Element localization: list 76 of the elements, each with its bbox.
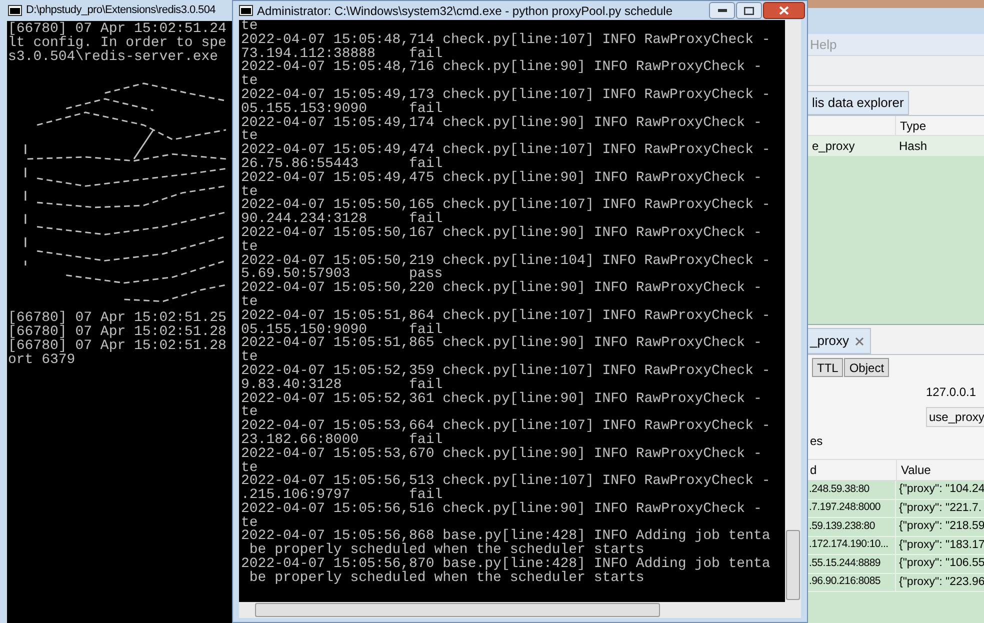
vertical-scrollbar[interactable]	[785, 20, 801, 602]
console-line: 05.155.150:9090 fail	[241, 324, 444, 338]
detail-tab[interactable]: _proxy	[808, 328, 872, 354]
console-line: te	[241, 296, 258, 310]
console-line: te	[241, 406, 258, 420]
console-line: te	[241, 462, 258, 476]
column-header: Value	[896, 460, 984, 480]
console-line: 2022-04-07 15:05:48,714 check.py[line:107] INFO RawProxyCheck -	[241, 34, 772, 48]
table-cell-text: {"proxy": "218.59	[898, 519, 984, 534]
console-line: te	[241, 130, 258, 144]
console-line: 2022-04-07 15:05:49,173 check.py[line:107] INFO RawProxyCheck -	[241, 88, 772, 103]
explorer-tab[interactable]: lis data explorer	[808, 91, 909, 115]
minimize-button[interactable]	[709, 2, 735, 19]
host-text: 127.0.0.1	[926, 384, 976, 401]
scroll-thumb[interactable]	[255, 603, 660, 617]
console-line: lt config. In order to spe	[8, 36, 228, 51]
console-line: 2022-04-07 15:05:51,865 check.py[line:90] INFO RawProxyCheck -	[241, 337, 763, 352]
console-line: 26.75.86:55443 fail	[241, 158, 444, 172]
console-line: 5.69.50:57903 pass	[241, 268, 444, 282]
console-line: 73.194.112:38888 fail	[241, 48, 444, 62]
console-line: [66780] 07 Apr 15:02:51.24	[8, 23, 228, 37]
console-line: .215.106:9797 fail	[241, 489, 444, 503]
maximize-button[interactable]	[736, 2, 762, 19]
window-title: Administrator: C:\Windows\system32\cmd.exe - python proxyPool.py schedule	[257, 2, 673, 20]
console-line: 2022-04-07 15:05:52,359 check.py[line:107] INFO RawProxyCheck -	[241, 364, 772, 379]
maximize-icon	[744, 6, 754, 14]
console-line: 2022-04-07 15:05:50,167 check.py[line:90] INFO RawProxyCheck -	[241, 226, 763, 241]
table-cell-text: {"proxy": "106.55	[898, 556, 984, 572]
console-line: 2022-04-07 15:05:56,870 base.py[line:428] INFO Adding job tenta	[241, 558, 772, 572]
close-button[interactable]	[763, 2, 805, 19]
console-line: [66780] 07 Apr 15:02:51.28	[8, 326, 228, 340]
table-cell-text: {"proxy": "223.96	[898, 574, 984, 590]
console-line: 2022-04-07 15:05:50,220 check.py[line:90] INFO RawProxyCheck -	[241, 282, 763, 296]
subtab[interactable]: TTL	[812, 358, 844, 377]
minimize-icon	[718, 9, 726, 12]
column-header: d	[809, 462, 818, 479]
console-line: [66780] 07 Apr 15:02:51.28	[8, 340, 228, 354]
console-line: 2022-04-07 15:05:49,475 check.py[line:90] INFO RawProxyCheck -	[241, 172, 763, 186]
console-line: 2022-04-07 15:05:52,361 check.py[line:90] INFO RawProxyCheck -	[241, 392, 763, 406]
console-line: be properly scheduled when the scheduler starts	[248, 572, 644, 586]
subtab[interactable]: Object	[844, 358, 890, 377]
console-line: 2022-04-07 15:05:56,516 check.py[line:90] INFO RawProxyCheck -	[241, 502, 763, 517]
console-line: 05.155.153:9090 fail	[241, 102, 444, 117]
table-cell-text: Hash	[898, 138, 928, 155]
key-field[interactable]: use_proxy	[926, 407, 984, 427]
console-line: 2022-04-07 15:05:53,664 check.py[line:107] INFO RawProxyCheck -	[241, 420, 772, 434]
console-line: 2022-04-07 15:05:48,716 check.py[line:90] INFO RawProxyCheck -	[241, 61, 763, 76]
console-line: 2022-04-07 15:05:51,864 check.py[line:107] INFO RawProxyCheck -	[241, 310, 772, 324]
table-cell-text: {"proxy": "183.17	[898, 538, 984, 553]
console-icon	[239, 5, 253, 16]
console-line: te	[241, 351, 258, 365]
console-line: 2022-04-07 15:05:49,474 check.py[line:107] INFO RawProxyCheck -	[241, 144, 772, 158]
console-line: te	[241, 516, 258, 530]
table-cell-text: {"proxy": "221.7.	[898, 500, 983, 516]
console-line: 2022-04-07 15:05:49,174 check.py[line:90] INFO RawProxyCheck -	[241, 116, 763, 130]
console-line: ort 6379	[8, 354, 76, 368]
console-line: te	[241, 75, 258, 89]
horizontal-scrollbar[interactable]	[239, 602, 801, 618]
close-icon	[779, 6, 789, 15]
console-line: 90.244.234:3128 fail	[241, 213, 444, 227]
console-line: 2022-04-07 15:05:50,219 check.py[line:104] INFO RawProxyCheck -	[241, 254, 772, 268]
console-line: te	[241, 186, 258, 200]
table-cell-text: e_proxy	[811, 138, 856, 155]
console-line: te	[241, 20, 258, 34]
console-line: 23.182.66:8000 fail	[241, 434, 444, 448]
values-label: es	[810, 434, 823, 448]
close-icon[interactable]	[855, 336, 864, 346]
console-line: te	[241, 240, 258, 255]
console-icon	[8, 5, 22, 16]
key-row[interactable]: e_proxy Hash	[808, 136, 984, 156]
console-line: 2022-04-07 15:05:53,670 check.py[line:90] INFO RawProxyCheck -	[241, 448, 763, 462]
window-title: D:\phpstudy_pro\Extensions\redis3.0.504	[26, 3, 216, 18]
console-line: 9.83.40:3128 fail	[241, 378, 444, 393]
scroll-thumb[interactable]	[786, 530, 800, 600]
console-line: s3.0.504\redis-server.exe	[8, 50, 218, 64]
column-header: Type	[895, 116, 984, 135]
